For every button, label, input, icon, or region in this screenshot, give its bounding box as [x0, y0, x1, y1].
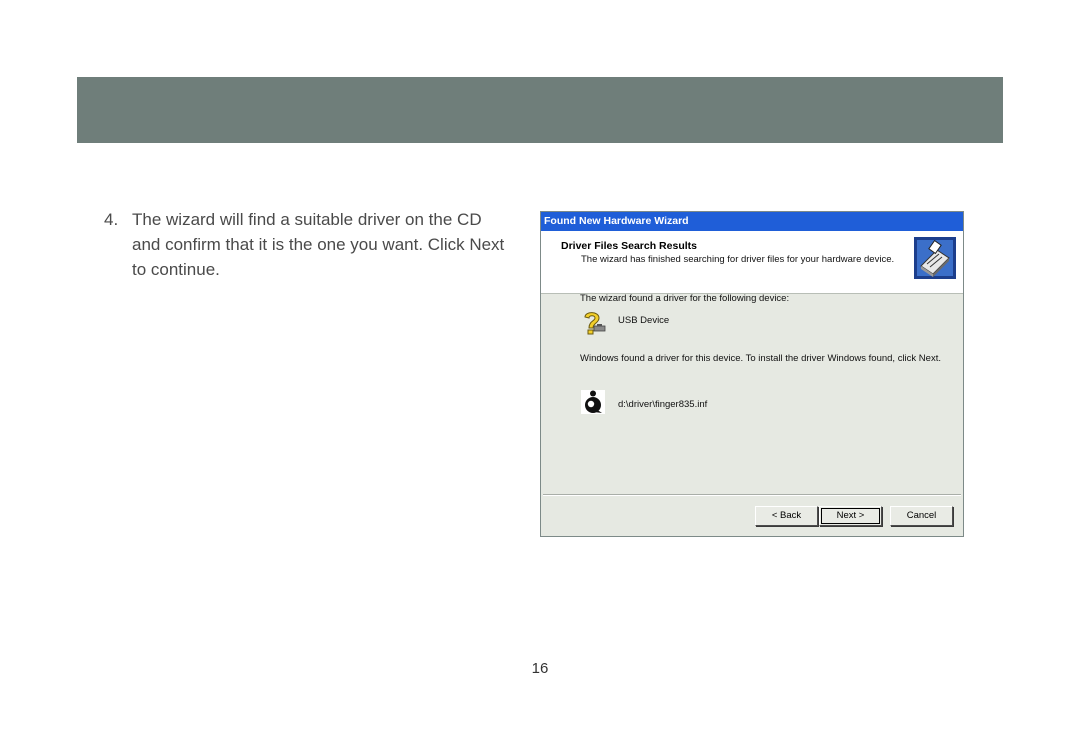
- step-number: 4.: [104, 210, 119, 229]
- driver-file-path: d:\driver\finger835.inf: [618, 399, 708, 410]
- unknown-device-question-icon: [584, 312, 606, 335]
- device-name: USB Device: [618, 315, 670, 326]
- inf-file-icon: [581, 390, 605, 414]
- back-button[interactable]: < Back: [755, 506, 818, 526]
- button-separator: [543, 494, 961, 496]
- found-driver-text: The wizard found a driver for the follow…: [580, 293, 790, 304]
- dialog-header: Driver Files Search Results The wizard h…: [541, 231, 963, 294]
- step-text: The wizard will find a suitable driver o…: [132, 210, 505, 279]
- next-button[interactable]: Next >: [819, 506, 882, 526]
- page-number: 16: [531, 660, 549, 677]
- found-new-hardware-wizard-dialog: Found New Hardware Wizard Driver Files S…: [540, 211, 964, 537]
- install-instruction-text: Windows found a driver for this device. …: [580, 353, 941, 364]
- dialog-titlebar[interactable]: Found New Hardware Wizard: [541, 212, 963, 231]
- hardware-board-icon: [914, 237, 956, 279]
- cancel-button[interactable]: Cancel: [890, 506, 953, 526]
- step-instruction: 4. The wizard will find a suitable drive…: [104, 207, 514, 282]
- header-title: Driver Files Search Results: [561, 240, 697, 252]
- header-subtitle: The wizard has finished searching for dr…: [581, 254, 895, 265]
- header-band: [77, 77, 1003, 143]
